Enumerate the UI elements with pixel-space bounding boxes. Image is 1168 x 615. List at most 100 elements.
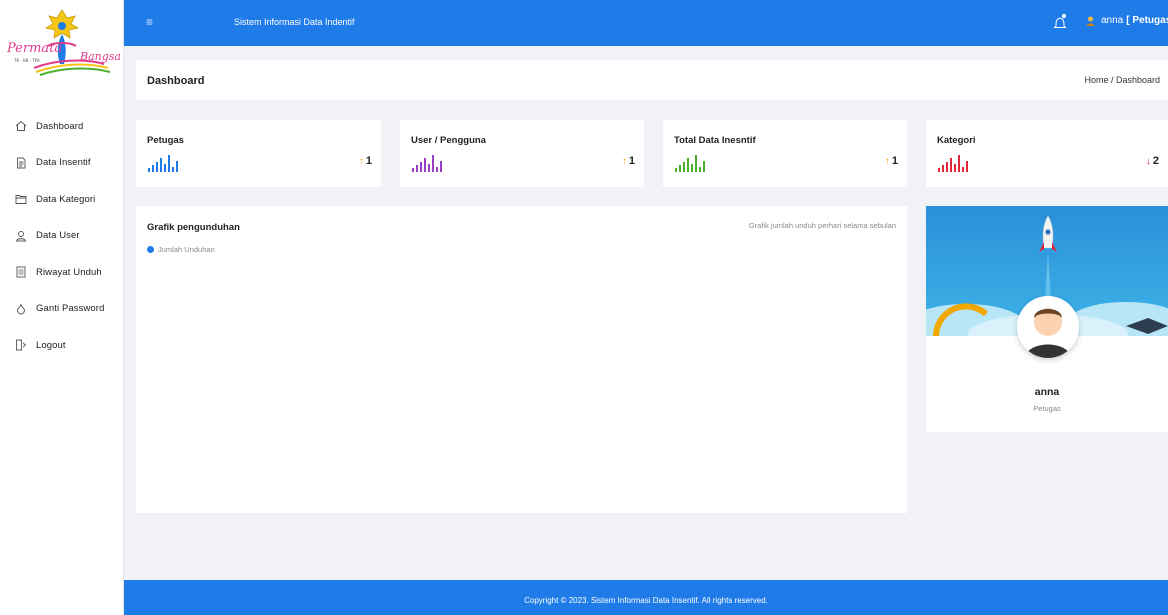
user-avatar-icon <box>1086 16 1095 26</box>
chart-title: Grafik pengunduhan <box>147 222 240 233</box>
sidebar-nav: Dashboard Data Insentif Data Kategori Da… <box>0 108 124 364</box>
sparkline-bar <box>699 167 701 172</box>
topbar: ≡ Sistem Informasi Data Indentif anna [ … <box>124 0 1168 46</box>
profile-card: anna Petugas <box>926 206 1168 432</box>
sparkline-bar <box>942 165 944 172</box>
sparkline-bar <box>679 165 681 172</box>
avatar[interactable] <box>1017 296 1079 358</box>
sparkline-bar <box>954 164 956 172</box>
sidebar-item-label: Data Insentif <box>36 157 91 169</box>
sparkline-bars-icon <box>938 155 968 172</box>
stat-title: Kategori <box>937 135 976 146</box>
stat-card-total-data-insentif: Total Data Inesntif ↑ 1 <box>663 120 907 187</box>
sparkline-bar <box>412 168 414 172</box>
stat-title: Total Data Inesntif <box>674 135 756 146</box>
sidebar-item-data-kategori[interactable]: Data Kategori <box>0 181 124 218</box>
sparkline-bar <box>962 167 964 172</box>
home-icon <box>14 119 28 133</box>
sparkline-bar <box>172 167 174 172</box>
footer: Copyright © 2023. Sistem Informasi Data … <box>124 580 1168 615</box>
sparkline-bar <box>416 165 418 172</box>
sparkline-bar <box>148 168 150 172</box>
sparkline-bar <box>160 158 162 172</box>
document-icon <box>14 156 28 170</box>
sparkline-bar <box>675 168 677 172</box>
legend-dot-icon <box>147 246 154 253</box>
sidebar-item-dashboard[interactable]: Dashboard <box>0 108 124 145</box>
profile-name: anna <box>1034 386 1060 398</box>
sidebar-item-label: Data Kategori <box>36 193 96 205</box>
sparkline-bar <box>683 162 685 172</box>
page-title: Dashboard <box>147 75 205 87</box>
sparkline-bars-icon <box>675 155 705 172</box>
sparkline-bar <box>428 164 430 172</box>
sparkline-bar <box>691 164 693 172</box>
sidebar-item-label: Data User <box>36 230 80 242</box>
sidebar-item-label: Dashboard <box>36 120 84 132</box>
sidebar-item-riwayat-unduh[interactable]: Riwayat Unduh <box>0 254 124 291</box>
logo[interactable]: Permata Bangsa TK - KB - TPA <box>4 2 122 78</box>
user-menu[interactable]: anna [ Petugas ] ⌄ <box>1086 15 1168 26</box>
sidebar-item-ganti-password[interactable]: Ganti Password <box>0 291 124 328</box>
page-header: Dashboard Home / Dashboard <box>136 60 1168 100</box>
chart-legend[interactable]: Jumlah Unduhan <box>147 245 215 254</box>
sparkline-bar <box>176 161 178 172</box>
legend-label: Jumlah Unduhan <box>158 245 215 254</box>
sparkline-bar <box>432 155 434 172</box>
sparkline-bar <box>436 167 438 172</box>
sidebar-item-data-user[interactable]: Data User <box>0 218 124 255</box>
sparkline-bar <box>938 168 940 172</box>
sparkline-bar <box>168 155 170 172</box>
sidebar-item-label: Ganti Password <box>36 303 105 315</box>
sidebar-item-logout[interactable]: Logout <box>0 327 124 364</box>
stat-value: ↑ 1 <box>884 155 898 167</box>
sparkline-bar <box>440 161 442 172</box>
sparkline-bar <box>156 162 158 172</box>
stat-card-kategori: Kategori ↓ 2 <box>926 120 1168 187</box>
notification-bell-icon[interactable] <box>1052 13 1068 31</box>
sparkline-bar <box>164 164 166 172</box>
sidebar-item-data-insentif[interactable]: Data Insentif <box>0 145 124 182</box>
svg-text:Bangsa: Bangsa <box>79 50 121 63</box>
sparkline-bar <box>424 158 426 172</box>
stat-value: ↑ 1 <box>621 155 635 167</box>
user-icon <box>14 229 28 243</box>
sparkline-bar <box>420 162 422 172</box>
stat-card-petugas: Petugas ↑ 1 <box>136 120 381 187</box>
breadcrumb[interactable]: Home / Dashboard <box>1084 75 1160 85</box>
sidebar: Permata Bangsa TK - KB - TPA Dashboard D… <box>0 0 124 615</box>
stat-value: ↑ 1 <box>358 155 372 167</box>
sparkline-bar <box>966 161 968 172</box>
menu-toggle-icon[interactable]: ≡ <box>146 15 153 29</box>
sparkline-bar <box>152 165 154 172</box>
sparkline-bar <box>946 162 948 172</box>
trend-down-icon: ↓ <box>1145 156 1151 167</box>
sparkline-bars-icon <box>412 155 442 172</box>
sidebar-item-label: Logout <box>36 339 66 351</box>
svg-text:Permata: Permata <box>6 41 62 56</box>
svg-text:TK - KB - TPA: TK - KB - TPA <box>13 58 40 63</box>
key-icon <box>14 302 28 316</box>
user-name: anna <box>1101 15 1124 26</box>
app-title: Sistem Informasi Data Indentif <box>234 17 355 27</box>
folder-icon <box>14 192 28 206</box>
logout-icon <box>14 338 28 352</box>
profile-role: Petugas <box>1033 404 1061 413</box>
sparkline-bar <box>695 155 697 172</box>
trend-up-icon: ↑ <box>358 156 364 167</box>
sparkline-bars-icon <box>148 155 178 172</box>
history-icon <box>14 265 28 279</box>
download-chart-card: Grafik pengunduhan Grafik jumlah unduh p… <box>136 206 907 513</box>
user-role: [ Petugas ] <box>1126 15 1168 26</box>
stat-title: User / Pengguna <box>411 135 486 146</box>
sparkline-bar <box>958 155 960 172</box>
sparkline-bar <box>950 158 952 172</box>
stat-card-user-pengguna: User / Pengguna ↑ 1 <box>400 120 644 187</box>
stat-value: ↓ 2 <box>1145 155 1159 167</box>
copyright-text: Copyright © 2023. Sistem Informasi Data … <box>524 596 768 605</box>
trend-up-icon: ↑ <box>884 156 890 167</box>
trend-up-icon: ↑ <box>621 156 627 167</box>
sparkline-bar <box>687 158 689 172</box>
permata-bangsa-logo: Permata Bangsa TK - KB - TPA <box>6 9 121 76</box>
stat-title: Petugas <box>147 135 184 146</box>
